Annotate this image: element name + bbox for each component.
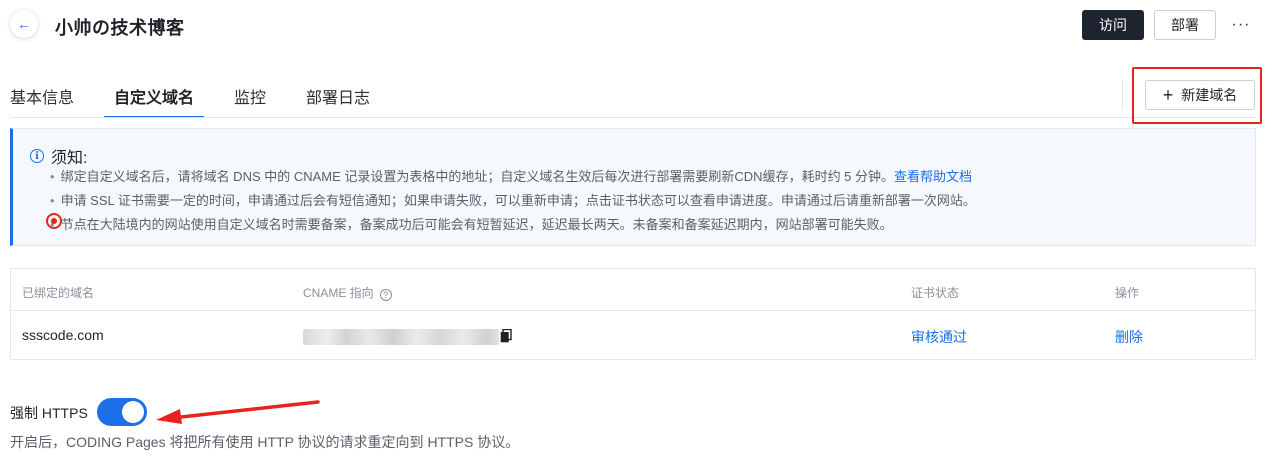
arrow-left-icon: ←: [17, 16, 31, 32]
more-options-button[interactable]: ···: [1230, 10, 1252, 40]
toggle-knob: [122, 401, 144, 423]
annotation-arrow: [156, 400, 320, 424]
force-https-description: 开启后，CODING Pages 将把所有使用 HTTP 协议的请求重定向到 H…: [10, 434, 520, 450]
help-doc-link[interactable]: 查看帮助文档: [894, 169, 972, 184]
more-icon: ···: [1231, 16, 1251, 33]
new-domain-button[interactable]: + 新建域名: [1145, 80, 1255, 110]
plus-icon: +: [1162, 85, 1174, 105]
notice-title: 须知:: [51, 150, 88, 167]
notice-line: • 节点在大陆境内的网站使用自定义域名时需要备案，备案成功后可能会有短暂延迟，延迟…: [50, 214, 893, 233]
back-button[interactable]: ←: [10, 10, 38, 38]
tab-bar: 基本信息 自定义域名 监控 部署日志: [10, 74, 410, 118]
force-https-label: 强制 HTTPS: [10, 405, 88, 421]
cert-status-link[interactable]: 审核通过: [911, 327, 967, 347]
annotation-circle: [46, 213, 62, 229]
toolbar-separator: [1122, 80, 1123, 110]
notice-text: 绑定自定义域名后，请将域名 DNS 中的 CNAME 记录设置为表格中的地址；自…: [60, 169, 895, 184]
notice-line: • 申请 SSL 证书需要一定的时间，申请通过后会有短信通知；如果申请失败，可以重…: [50, 190, 976, 209]
delete-link[interactable]: 删除: [1115, 327, 1143, 347]
deploy-button[interactable]: 部署: [1154, 10, 1216, 40]
tab-monitoring[interactable]: 监控: [234, 74, 266, 118]
notice-panel: i 须知: • 绑定自定义域名后，请将域名 DNS 中的 CNAME 记录设置为表…: [10, 128, 1256, 246]
table-cell-domain: ssscode.com: [22, 327, 104, 343]
tabs-divider: [10, 117, 1256, 118]
bullet: •: [50, 169, 55, 184]
column-header-action: 操作: [1115, 286, 1140, 300]
tab-basic-info[interactable]: 基本信息: [10, 74, 74, 118]
column-header-cname: CNAME 指向?: [303, 284, 392, 301]
notice-text: 节点在大陆境内的网站使用自定义域名时需要备案，备案成功后可能会有短暂延迟，延迟最…: [60, 217, 893, 232]
domain-table: 已绑定的域名 CNAME 指向? 证书状态 操作 ssscode.com 审核通…: [10, 268, 1256, 360]
column-header-cname-label: CNAME 指向: [303, 286, 374, 300]
copy-icon[interactable]: [500, 329, 512, 343]
tab-custom-domain[interactable]: 自定义域名: [104, 74, 205, 118]
bullet: •: [50, 193, 55, 208]
force-https-toggle[interactable]: [97, 398, 147, 426]
column-header-domain: 已绑定的域名: [22, 286, 95, 300]
question-icon[interactable]: ?: [379, 289, 392, 301]
new-domain-label: 新建域名: [1181, 87, 1238, 103]
tab-deploy-log[interactable]: 部署日志: [306, 74, 370, 118]
table-header-divider: [11, 310, 1255, 311]
notice-line: • 绑定自定义域名后，请将域名 DNS 中的 CNAME 记录设置为表格中的地址；…: [50, 166, 972, 185]
cname-value-redacted: [303, 329, 499, 345]
page-title: 小帅の技术博客: [55, 18, 185, 38]
info-icon: i: [30, 149, 44, 163]
visit-button[interactable]: 访问: [1082, 10, 1144, 40]
notice-text: 申请 SSL 证书需要一定的时间，申请通过后会有短信通知；如果申请失败，可以重新…: [60, 193, 976, 208]
column-header-cert: 证书状态: [911, 286, 960, 300]
